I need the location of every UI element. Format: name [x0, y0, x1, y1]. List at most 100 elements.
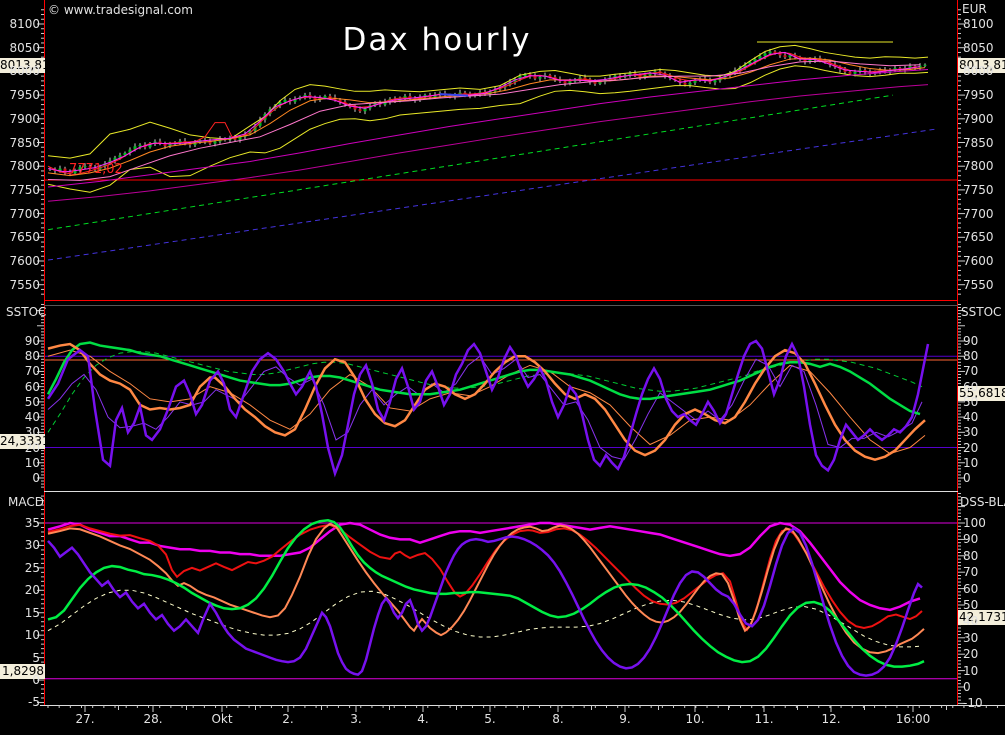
y-axis-label: 50: [963, 395, 978, 409]
trend-blue-dashed: [48, 129, 935, 260]
y-axis-label: 7800: [0, 159, 40, 173]
time-axis-label: 28.: [143, 712, 162, 726]
y-axis-label: 8100: [0, 17, 40, 31]
y-axis-label: 20: [963, 441, 978, 455]
macd-dashed-signal: [48, 590, 922, 647]
y-axis-label: 10: [963, 456, 978, 470]
y-axis-label: 30: [963, 631, 978, 645]
y-axis-label: 40: [0, 410, 40, 424]
y-axis-label: 80: [963, 549, 978, 563]
y-axis-label: -5: [0, 695, 40, 709]
y-axis-label: 70: [963, 565, 978, 579]
candle-body: [689, 83, 692, 85]
y-axis-label: 7750: [963, 183, 994, 197]
y-axis-label: 7650: [0, 230, 40, 244]
y-axis-label: 30: [0, 538, 40, 552]
bollinger-lower: [48, 66, 928, 193]
y-axis-label: 8050: [963, 41, 994, 55]
copyright-text: © www.tradesignal.com: [48, 3, 193, 17]
candle-body: [849, 72, 852, 74]
y-axis-label: 0: [963, 680, 971, 694]
sstoc-label-left: SSTOC: [6, 305, 46, 319]
y-axis-label: 7750: [0, 183, 40, 197]
support-line-label: 7771,02: [69, 162, 123, 177]
y-axis-label: 10: [0, 456, 40, 470]
ma-long-magenta: [48, 70, 928, 188]
y-axis-label: 7900: [0, 112, 40, 126]
candle-body: [169, 144, 172, 145]
y-axis-label: 0: [0, 471, 40, 485]
time-axis-label: 4.: [417, 712, 428, 726]
y-axis-label: 5: [0, 651, 40, 665]
y-axis-label: 20: [0, 441, 40, 455]
y-axis-label: -10: [963, 696, 983, 710]
trend-green-dashed: [48, 95, 893, 230]
time-axis-label: 27.: [75, 712, 94, 726]
y-axis-label: 70: [0, 364, 40, 378]
candle-body: [324, 96, 327, 98]
time-axis-label: 2.: [282, 712, 293, 726]
candle-body: [284, 100, 287, 102]
y-axis-label: 80: [0, 349, 40, 363]
y-axis-label: 60: [963, 380, 978, 394]
y-axis-label: 20: [963, 647, 978, 661]
time-axis-label: 5.: [484, 712, 495, 726]
y-axis-label: 30: [963, 425, 978, 439]
candle-body: [594, 82, 597, 84]
candle-body: [684, 83, 687, 85]
macd-label-left: MACD: [8, 495, 44, 509]
y-axis-label: 90: [0, 334, 40, 348]
y-axis-label: 30: [0, 425, 40, 439]
y-axis-label: 60: [963, 582, 978, 596]
y-axis-label: 7600: [963, 254, 994, 268]
y-axis-label: 100: [963, 516, 986, 530]
candle-body: [214, 142, 217, 144]
blue-mark: [440, 94, 468, 95]
y-axis-label: 40: [963, 614, 978, 628]
candle-body: [784, 55, 787, 57]
y-axis-label: 10: [0, 628, 40, 642]
y-axis-label: 8050: [0, 41, 40, 55]
candle-body: [564, 81, 567, 83]
y-axis-label: 7800: [963, 159, 994, 173]
candle-body: [359, 109, 362, 111]
candle-body: [539, 77, 542, 78]
time-axis-label: 8.: [552, 712, 563, 726]
candle-body: [769, 51, 772, 53]
y-axis-label: 20: [0, 583, 40, 597]
candle-body: [714, 80, 717, 82]
y-axis-label: 15: [0, 606, 40, 620]
y-axis-label: 40: [963, 410, 978, 424]
time-axis-label: Okt: [211, 712, 232, 726]
y-axis-label: 8100: [963, 17, 994, 31]
y-axis-label: 7950: [0, 88, 40, 102]
candle-body: [139, 145, 142, 146]
time-axis-label: 3.: [350, 712, 361, 726]
chart-title: Dax hourly: [342, 22, 531, 58]
y-axis-label: 8000: [0, 64, 40, 78]
chart-canvas[interactable]: [0, 0, 1005, 735]
y-axis-label: 90: [963, 334, 978, 348]
time-axis-label: 10.: [685, 712, 704, 726]
macd-violet: [48, 528, 922, 675]
y-axis-label: 7700: [963, 207, 994, 221]
time-axis-label: 11.: [754, 712, 773, 726]
currency-label: EUR: [962, 2, 987, 16]
y-axis-label: 0: [0, 673, 40, 687]
y-axis-label: 7900: [963, 112, 994, 126]
y-axis-label: 7950: [963, 88, 994, 102]
sstoc-label-right: SSTOC: [961, 305, 1001, 319]
y-axis-label: 7550: [963, 278, 994, 292]
time-axis-label: 9.: [619, 712, 630, 726]
y-axis-label: 50: [963, 598, 978, 612]
y-axis-label: 0: [963, 471, 971, 485]
dss-label-right: DSS-BLA: [960, 495, 1005, 509]
candle-body: [569, 81, 572, 83]
y-axis-label: 80: [963, 349, 978, 363]
y-axis-label: 7700: [0, 207, 40, 221]
candle-body: [329, 96, 332, 97]
y-axis-label: 7550: [0, 278, 40, 292]
y-axis-label: 7650: [963, 230, 994, 244]
ma-pink: [48, 61, 920, 180]
y-axis-label: 10: [963, 664, 978, 678]
